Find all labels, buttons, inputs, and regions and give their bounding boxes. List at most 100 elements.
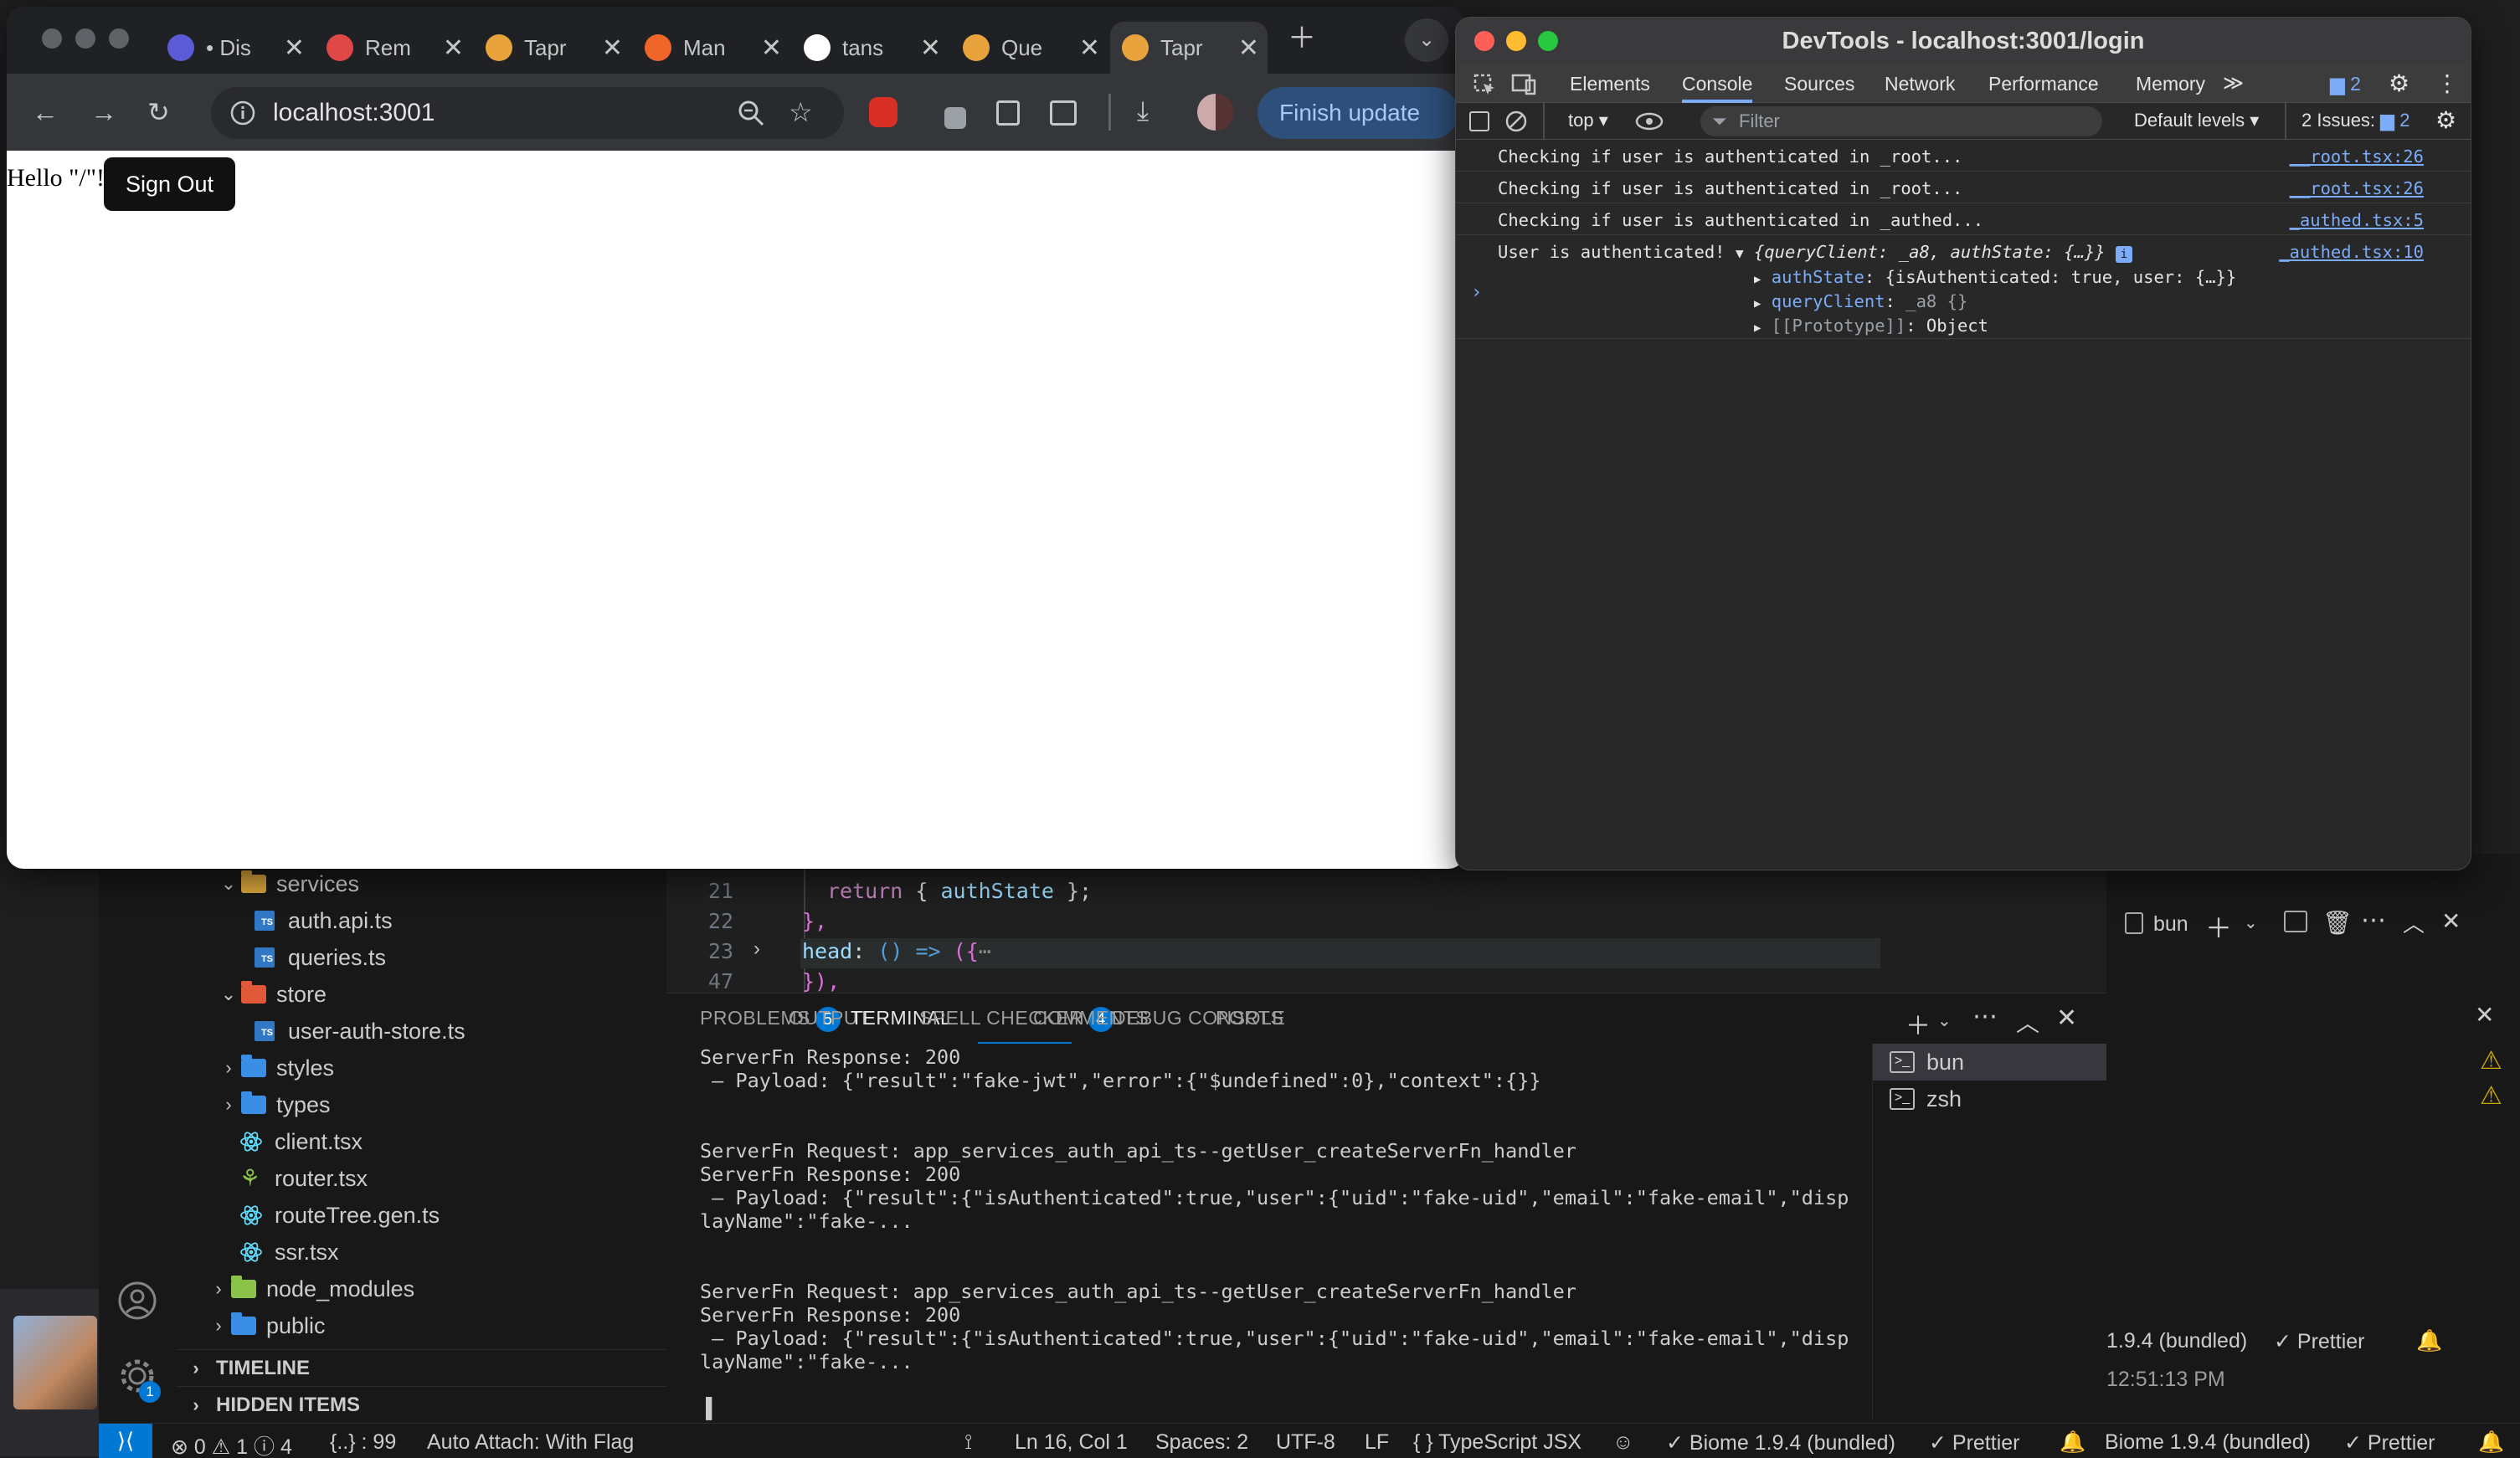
- console-prompt[interactable]: ›: [1471, 282, 1482, 303]
- maximize-window-button[interactable]: [1538, 31, 1558, 51]
- biome-status[interactable]: ✓ Biome 1.9.4 (bundled): [1666, 1430, 1895, 1455]
- more-tabs-icon[interactable]: ≫: [2223, 64, 2244, 103]
- prettier-status[interactable]: ✓ Prettier: [2274, 1329, 2365, 1354]
- url-text[interactable]: localhost:3001: [273, 99, 435, 127]
- problems-status[interactable]: ⊗ 0 ⚠ 1 ⓘ 4: [171, 1430, 292, 1458]
- maximize-panel-icon[interactable]: ︿: [2016, 1005, 2039, 1039]
- browser-tab[interactable]: Man ✕: [633, 22, 790, 74]
- close-window-button[interactable]: [42, 28, 62, 49]
- address-bar[interactable]: localhost:3001 ☆: [211, 87, 844, 139]
- panel-tab-ports[interactable]: PORTS: [1216, 1007, 1283, 1029]
- bell-icon[interactable]: 🔔: [2478, 1430, 2504, 1455]
- folder-item[interactable]: › types: [216, 1086, 331, 1123]
- cursor-position[interactable]: Ln 16, Col 1: [1015, 1430, 1128, 1455]
- minimize-window-button[interactable]: [1506, 31, 1526, 51]
- object-summary[interactable]: ▼ {queryClient: _a8, authState: {…}} i: [1736, 242, 2132, 263]
- issues-link[interactable]: 2 Issues: ▆ 2: [2301, 110, 2409, 131]
- auto-attach-status[interactable]: Auto Attach: With Flag: [427, 1430, 634, 1455]
- issues-badge[interactable]: ▆ 2: [2330, 64, 2361, 103]
- sign-out-button[interactable]: Sign Out: [104, 157, 236, 211]
- chevron-down-icon[interactable]: ⌄: [2244, 912, 2258, 933]
- new-terminal-icon[interactable]: ＋: [1905, 1005, 1931, 1042]
- devtools-tab-console[interactable]: Console: [1682, 64, 1753, 103]
- file-item[interactable]: TS user-auth-store.ts: [255, 1013, 465, 1050]
- avatar[interactable]: [1197, 94, 1234, 131]
- devtools-tab-elements[interactable]: Elements: [1570, 64, 1650, 103]
- file-item[interactable]: routeTree.gen.ts: [239, 1197, 440, 1234]
- maximize-window-button[interactable]: [109, 28, 129, 49]
- close-tab-icon[interactable]: ✕: [1079, 33, 1100, 63]
- more-actions-icon[interactable]: ⋯: [2361, 906, 2386, 935]
- devtools-tab-sources[interactable]: Sources: [1784, 64, 1854, 103]
- git-commit-icon[interactable]: ⟟: [964, 1430, 972, 1455]
- file-item[interactable]: TS auth.api.ts: [255, 902, 393, 939]
- browser-tab[interactable]: Rem ✕: [315, 22, 472, 74]
- reload-icon[interactable]: ↻: [147, 99, 170, 126]
- close-tab-icon[interactable]: ✕: [920, 33, 941, 63]
- code-editor[interactable]: 21 return { authState }; 22 }, 23 › head…: [666, 854, 2106, 993]
- devtools-tab-network[interactable]: Network: [1885, 64, 1955, 103]
- new-tab-icon[interactable]: ＋: [1288, 24, 1316, 53]
- terminal-item-zsh[interactable]: >_ zsh: [1873, 1081, 2115, 1117]
- source-link[interactable]: _authed.tsx:10: [2279, 242, 2424, 262]
- folder-item[interactable]: › node_modules: [206, 1271, 414, 1307]
- json-status[interactable]: {..} : 99: [330, 1430, 396, 1455]
- clear-console-icon[interactable]: [1504, 110, 1528, 133]
- close-window-button[interactable]: [1474, 31, 1494, 51]
- hidden-items-section[interactable]: › HIDDEN ITEMS: [176, 1386, 666, 1423]
- browser-tab[interactable]: tans ✕: [792, 22, 949, 74]
- folder-item[interactable]: › styles: [216, 1050, 334, 1086]
- source-link[interactable]: __root.tsx:26: [2290, 178, 2424, 198]
- zoom-icon[interactable]: [737, 99, 765, 127]
- account-icon[interactable]: [117, 1281, 157, 1321]
- browser-tab[interactable]: • Dis ✕: [156, 22, 313, 74]
- source-link[interactable]: __root.tsx:26: [2290, 146, 2424, 167]
- close-panel-icon[interactable]: ✕: [2056, 1004, 2077, 1033]
- file-item[interactable]: client.tsx: [239, 1123, 363, 1160]
- biome-status[interactable]: 1.9.4 (bundled): [2106, 1329, 2247, 1353]
- thumbnail-image[interactable]: [13, 1316, 97, 1409]
- close-tab-icon[interactable]: ✕: [443, 33, 464, 63]
- extensions-puzzle-icon[interactable]: [1050, 100, 1077, 126]
- folder-item[interactable]: ⌄ store: [216, 976, 327, 1013]
- timeline-section[interactable]: › TIMELINE: [176, 1349, 666, 1386]
- download-icon[interactable]: ⤓: [1137, 97, 1149, 124]
- back-icon[interactable]: ←: [32, 99, 59, 126]
- language-status[interactable]: { } TypeScript JSX: [1413, 1430, 1581, 1455]
- new-terminal-icon[interactable]: ＋: [2205, 907, 2232, 946]
- maximize-icon[interactable]: ︿: [2403, 907, 2425, 938]
- object-prop-prototype[interactable]: ▶ [[Prototype]]: Object: [1754, 316, 1988, 336]
- folder-item[interactable]: › public: [206, 1307, 326, 1344]
- browser-tab[interactable]: Tapr ✕: [1110, 22, 1268, 74]
- bookmark-star-icon[interactable]: ☆: [789, 99, 813, 126]
- terminal-output[interactable]: ServerFn Response: 200 – Payload: {"resu…: [700, 1045, 1872, 1420]
- sidebar-toggle-icon[interactable]: [1469, 111, 1489, 131]
- console-settings-icon[interactable]: ⚙: [2435, 106, 2456, 134]
- forward-icon[interactable]: →: [90, 99, 117, 126]
- object-prop-authstate[interactable]: ▶ authState: {isAuthenticated: true, use…: [1754, 267, 2236, 287]
- log-levels-select[interactable]: Default levels ▾: [2134, 110, 2259, 131]
- tab-search-icon[interactable]: ⌄: [1405, 18, 1448, 62]
- terminal-item-bun[interactable]: >_ bun: [1873, 1044, 2115, 1081]
- close-tab-icon[interactable]: ✕: [1238, 33, 1259, 63]
- more-actions-icon[interactable]: ⋯: [1972, 1002, 1998, 1031]
- device-toolbar-icon[interactable]: [1511, 73, 1538, 96]
- bell-icon[interactable]: 🔔: [2416, 1329, 2442, 1353]
- biome-status-secondary[interactable]: Biome 1.9.4 (bundled): [2105, 1430, 2311, 1455]
- devtools-tab-memory[interactable]: Memory: [2136, 64, 2205, 103]
- finish-update-button[interactable]: Finish update: [1257, 87, 1458, 139]
- close-tab-icon[interactable]: ✕: [761, 33, 782, 63]
- settings-gear-icon[interactable]: ⚙: [2389, 64, 2409, 103]
- trash-icon[interactable]: 🗑: [2322, 909, 2353, 937]
- minimize-window-button[interactable]: [75, 28, 95, 49]
- close-tab-icon[interactable]: ✕: [602, 33, 623, 63]
- file-item[interactable]: ⚘ router.tsx: [239, 1160, 368, 1197]
- reading-list-icon[interactable]: [996, 100, 1020, 126]
- extension-icon[interactable]: [944, 107, 966, 129]
- close-icon[interactable]: ✕: [2475, 1001, 2494, 1029]
- fold-chevron-icon[interactable]: ›: [753, 937, 760, 961]
- live-expression-eye-icon[interactable]: [1635, 111, 1664, 131]
- split-terminal-icon[interactable]: [2284, 911, 2307, 932]
- indentation-status[interactable]: Spaces: 2: [1155, 1430, 1248, 1455]
- console-filter-input[interactable]: ⏷ Filter: [1700, 106, 2102, 136]
